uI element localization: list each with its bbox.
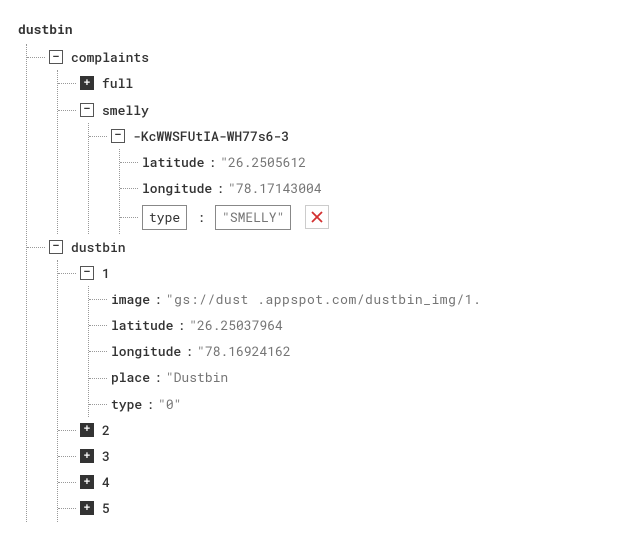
value-image[interactable]: "gs://dust .appspot.com/dustbin_img/1. [166, 290, 481, 308]
value-latitude[interactable]: "26.2505612 [220, 153, 306, 171]
separator: : [216, 179, 224, 197]
node-5[interactable]: 5 [102, 499, 110, 517]
delete-button[interactable] [305, 205, 329, 229]
node-2[interactable]: 2 [102, 421, 110, 439]
expand-toggle-full[interactable]: + [80, 76, 94, 90]
collapse-toggle-complaints[interactable]: − [49, 50, 63, 64]
expand-toggle-3[interactable]: + [80, 449, 94, 463]
key-longitude[interactable]: longitude [142, 179, 212, 197]
key-latitude-d[interactable]: latitude [111, 316, 173, 334]
value-type-d[interactable]: "0" [158, 395, 181, 413]
expand-toggle-5[interactable]: + [80, 501, 94, 515]
separator: : [197, 208, 205, 226]
key-place[interactable]: place [111, 368, 150, 386]
node-full[interactable]: full [102, 74, 133, 92]
node-dustbin[interactable]: dustbin [71, 238, 126, 256]
edit-key-type[interactable]: type [142, 205, 187, 229]
root-node-label[interactable]: dustbin [18, 20, 617, 38]
key-latitude[interactable]: latitude [142, 153, 204, 171]
key-type-d[interactable]: type [111, 395, 142, 413]
node-smelly[interactable]: smelly [102, 101, 149, 119]
node-3[interactable]: 3 [102, 447, 110, 465]
separator: : [154, 368, 162, 386]
value-place[interactable]: "Dustbin [166, 368, 228, 386]
key-longitude-d[interactable]: longitude [111, 342, 181, 360]
collapse-toggle-entry[interactable]: − [111, 129, 125, 143]
separator: : [185, 342, 193, 360]
separator: : [177, 316, 185, 334]
node-complaints[interactable]: complaints [71, 48, 149, 66]
value-longitude[interactable]: "78.17143004 [228, 179, 322, 197]
collapse-toggle-dustbin[interactable]: − [49, 240, 63, 254]
node-entry-id[interactable]: -KcWWSFUtIA-WH77s6-3 [133, 127, 289, 145]
node-1[interactable]: 1 [102, 264, 110, 282]
value-latitude-d[interactable]: "26.25037964 [189, 316, 283, 334]
close-icon [311, 211, 323, 223]
node-4[interactable]: 4 [102, 473, 110, 491]
collapse-toggle-smelly[interactable]: − [80, 103, 94, 117]
key-image[interactable]: image [111, 290, 150, 308]
separator: : [154, 290, 162, 308]
collapse-toggle-1[interactable]: − [80, 266, 94, 280]
expand-toggle-2[interactable]: + [80, 423, 94, 437]
separator: : [208, 153, 216, 171]
value-longitude-d[interactable]: "78.16924162 [197, 342, 291, 360]
separator: : [146, 395, 154, 413]
expand-toggle-4[interactable]: + [80, 475, 94, 489]
edit-value-type[interactable]: "SMELLY" [215, 205, 291, 229]
